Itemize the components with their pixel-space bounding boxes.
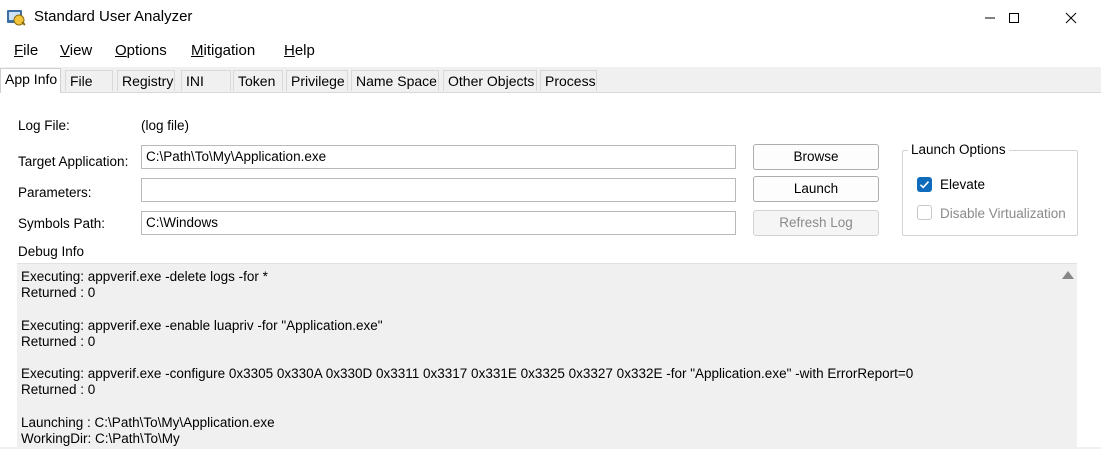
debug-info-content: Executing: appverif.exe -delete logs -fo…: [21, 269, 1051, 447]
tab-ini[interactable]: INI: [181, 70, 231, 91]
debug-line: Launching : C:\Path\To\My\Application.ex…: [21, 414, 275, 430]
menu-options[interactable]: Options: [115, 42, 167, 59]
disable-virtualization-checkbox[interactable]: [917, 205, 932, 220]
tab-registry[interactable]: Registry: [117, 70, 175, 91]
symbols-path-label: Symbols Path:: [18, 216, 106, 231]
close-button[interactable]: [1048, 0, 1094, 35]
tab-file[interactable]: File: [65, 70, 113, 91]
launch-options-group: [902, 150, 1078, 236]
app-info-panel: Log File: (log file) Target Application:…: [0, 92, 1101, 449]
target-application-label: Target Application:: [18, 154, 129, 169]
elevate-checkbox[interactable]: [917, 177, 932, 192]
tab-name-space[interactable]: Name Space: [351, 70, 439, 91]
menu-help-label: elp: [294, 42, 315, 59]
target-application-input[interactable]: C:\Path\To\My\Application.exe: [141, 145, 736, 169]
symbols-path-input[interactable]: C:\Windows: [141, 211, 736, 235]
launch-options-title: Launch Options: [908, 142, 1009, 157]
browse-button[interactable]: Browse: [753, 144, 879, 170]
menu-mitigation-accel: M: [191, 42, 204, 59]
menu-mitigation[interactable]: Mitigation: [191, 42, 255, 59]
tab-strip: App Info File Registry INI Token Privile…: [0, 68, 1101, 93]
menu-view[interactable]: View: [60, 42, 92, 59]
debug-info-label: Debug Info: [18, 244, 85, 259]
debug-line: Executing: appverif.exe -enable luapriv …: [21, 317, 383, 333]
tab-other-objects[interactable]: Other Objects: [443, 70, 537, 91]
scroll-up-arrow-icon[interactable]: [1062, 271, 1074, 279]
checkmark-icon: [919, 181, 930, 189]
tab-privilege[interactable]: Privilege: [286, 70, 348, 91]
menu-options-accel: O: [115, 42, 127, 59]
debug-line: [21, 399, 1051, 415]
tab-token[interactable]: Token: [233, 70, 283, 91]
elevate-label: Elevate: [940, 177, 986, 192]
sua-app-icon: [7, 10, 26, 26]
maximize-button[interactable]: [991, 0, 1037, 35]
debug-line: [21, 301, 1051, 317]
log-file-value: (log file): [141, 118, 190, 133]
menu-file-label: ile: [23, 42, 39, 59]
debug-scrollbar[interactable]: [1059, 264, 1077, 449]
menu-bar: File View Options Mitigation Help: [0, 35, 1101, 67]
menu-view-accel: V: [60, 42, 70, 59]
log-file-label: Log File:: [18, 118, 70, 133]
menu-file-accel: F: [14, 42, 24, 59]
menu-help[interactable]: Help: [284, 42, 315, 59]
menu-view-label: iew: [69, 42, 93, 59]
window-title: Standard User Analyzer: [34, 8, 193, 25]
launch-button[interactable]: Launch: [753, 176, 879, 202]
menu-mitigation-label: itigation: [203, 42, 256, 59]
debug-line: WorkingDir: C:\Path\To\My: [21, 430, 180, 446]
menu-file[interactable]: File: [14, 42, 38, 59]
debug-line: Returned : 0: [21, 333, 96, 349]
tab-process[interactable]: Process: [540, 70, 597, 91]
debug-line: Executing: appverif.exe -configure 0x330…: [21, 366, 914, 382]
disable-virtualization-label: Disable Virtualization: [940, 206, 1066, 221]
maximize-icon: [1009, 12, 1019, 23]
menu-help-accel: H: [284, 42, 295, 59]
debug-line: Returned : 0: [21, 382, 96, 398]
close-icon: [1065, 12, 1077, 23]
title-bar: Standard User Analyzer: [0, 0, 1101, 35]
debug-line: Executing: appverif.exe -delete logs -fo…: [21, 269, 268, 284]
tab-app-info[interactable]: App Info: [0, 68, 61, 93]
refresh-log-button[interactable]: Refresh Log: [753, 210, 879, 236]
parameters-label: Parameters:: [18, 185, 92, 200]
menu-options-label: ptions: [126, 42, 167, 59]
debug-line: Returned : 0: [21, 285, 96, 301]
parameters-input[interactable]: [141, 178, 736, 202]
debug-line: [21, 350, 1051, 366]
debug-info-textarea[interactable]: Executing: appverif.exe -delete logs -fo…: [17, 263, 1077, 449]
